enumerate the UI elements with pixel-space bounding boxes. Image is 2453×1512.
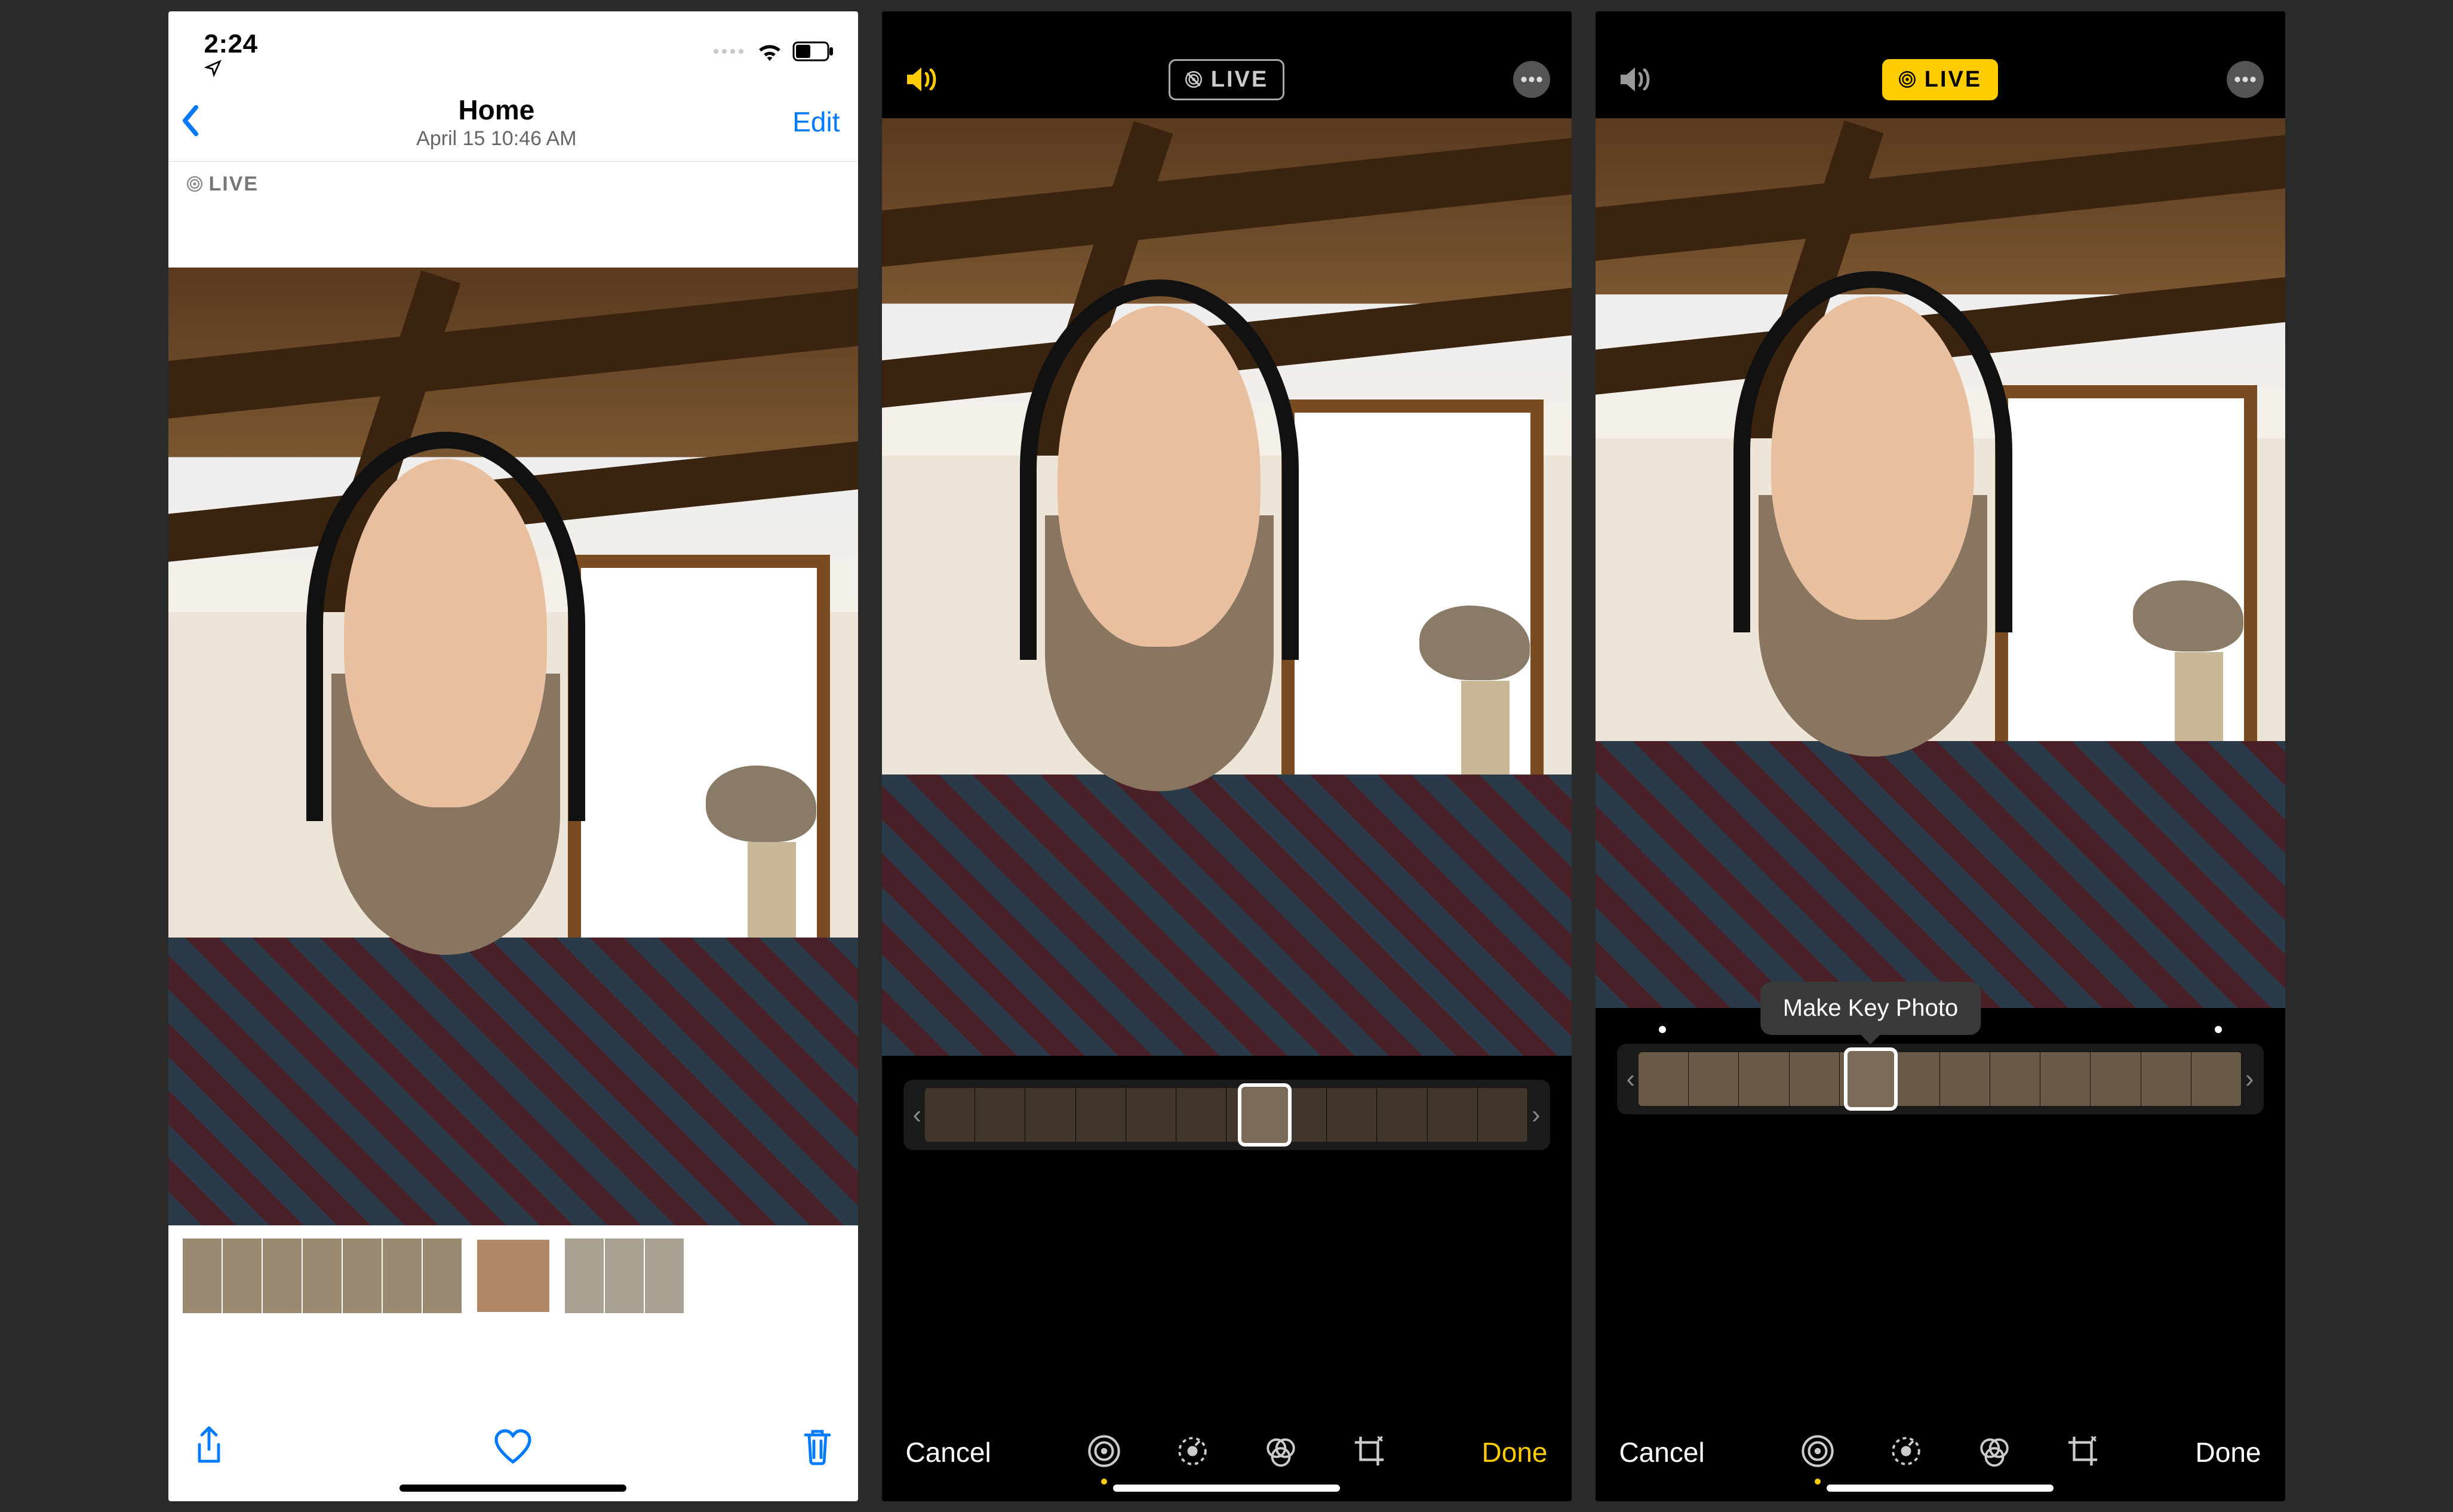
crop-tool-button[interactable] xyxy=(1352,1434,1387,1471)
live-tool-button[interactable] xyxy=(1087,1434,1121,1471)
live-frame-scrubber[interactable]: ‹ › Make Key Photo xyxy=(1617,1044,2264,1114)
thumbnail[interactable] xyxy=(605,1239,644,1313)
home-indicator[interactable] xyxy=(1113,1485,1340,1492)
edit-live-on-screen: LIVE ‹ xyxy=(1596,11,2285,1501)
photo-thumbnail-strip[interactable] xyxy=(168,1225,858,1326)
photo-viewer-screen: 2:24 Home xyxy=(168,11,858,1501)
trim-handle-right[interactable]: › xyxy=(2242,1064,2258,1094)
cancel-button[interactable]: Cancel xyxy=(906,1436,991,1468)
sound-button[interactable] xyxy=(1617,61,1654,98)
live-toggle-off[interactable]: LIVE xyxy=(1169,59,1284,100)
filters-tool-button[interactable] xyxy=(1977,1434,2012,1471)
thumbnail[interactable] xyxy=(263,1239,302,1313)
edit-top-bar: LIVE xyxy=(882,11,1572,118)
share-button[interactable] xyxy=(192,1425,226,1471)
thumbnail[interactable] xyxy=(223,1239,262,1313)
more-button[interactable] xyxy=(1513,61,1550,98)
edit-toolbar: Cancel Done xyxy=(882,1434,1572,1471)
done-button[interactable]: Done xyxy=(2196,1436,2261,1468)
adjust-tool-button[interactable] xyxy=(1889,1434,1923,1471)
thumbnail[interactable] xyxy=(645,1239,684,1313)
cancel-button[interactable]: Cancel xyxy=(1619,1436,1705,1468)
bottom-toolbar xyxy=(168,1425,858,1471)
thumbnail-current[interactable] xyxy=(476,1239,551,1313)
back-button[interactable] xyxy=(180,104,201,140)
home-indicator[interactable] xyxy=(399,1485,626,1492)
delete-button[interactable] xyxy=(801,1427,834,1470)
cellular-dots-icon xyxy=(711,45,747,60)
live-badge: LIVE xyxy=(186,173,259,196)
make-key-photo-tooltip[interactable]: Make Key Photo xyxy=(1760,982,1981,1035)
thumbnail[interactable] xyxy=(383,1239,422,1313)
key-frame-handle[interactable] xyxy=(1238,1083,1292,1147)
key-frame-handle[interactable]: Make Key Photo xyxy=(1844,1047,1898,1111)
trim-marker xyxy=(1659,1026,1666,1033)
photo-viewport[interactable] xyxy=(168,268,858,1225)
edit-photo-viewport[interactable] xyxy=(882,118,1572,1056)
trim-handle-right[interactable]: › xyxy=(1528,1100,1544,1130)
live-toggle-on[interactable]: LIVE xyxy=(1882,59,1998,100)
status-bar: 2:24 xyxy=(168,11,858,83)
filters-tool-button[interactable] xyxy=(1264,1434,1298,1471)
trim-marker xyxy=(2215,1026,2222,1033)
adjust-tool-button[interactable] xyxy=(1175,1434,1210,1471)
edit-top-bar: LIVE xyxy=(1596,11,2285,118)
edit-button[interactable]: Edit xyxy=(792,106,840,138)
trim-handle-left[interactable]: ‹ xyxy=(1623,1064,1639,1094)
edit-toolbar: Cancel Done xyxy=(1596,1434,2285,1471)
done-button[interactable]: Done xyxy=(1482,1436,1548,1468)
thumbnail[interactable] xyxy=(423,1239,462,1313)
crop-tool-button[interactable] xyxy=(2065,1434,2100,1471)
live-tool-button[interactable] xyxy=(1800,1434,1835,1471)
nav-subtitle: April 15 10:46 AM xyxy=(201,127,793,150)
thumbnail[interactable] xyxy=(565,1239,604,1313)
live-icon xyxy=(186,176,203,192)
live-frame-scrubber[interactable]: ‹ › xyxy=(903,1080,1550,1150)
status-time: 2:24 xyxy=(204,29,263,77)
trim-handle-left[interactable]: ‹ xyxy=(909,1100,926,1130)
location-icon xyxy=(204,59,263,77)
home-indicator[interactable] xyxy=(1827,1485,2054,1492)
more-button[interactable] xyxy=(2227,61,2264,98)
live-off-icon xyxy=(1185,70,1203,88)
edit-photo-viewport[interactable] xyxy=(1596,118,2285,1008)
wifi-icon xyxy=(757,42,783,64)
sound-on-button[interactable] xyxy=(903,61,940,98)
thumbnail[interactable] xyxy=(303,1239,342,1313)
edit-live-off-screen: LIVE ‹ › xyxy=(882,11,1572,1501)
battery-icon xyxy=(792,41,834,64)
favorite-button[interactable] xyxy=(493,1428,533,1468)
live-icon xyxy=(1898,70,1916,88)
nav-bar: Home April 15 10:46 AM Edit xyxy=(168,83,858,162)
thumbnail[interactable] xyxy=(183,1239,222,1313)
thumbnail[interactable] xyxy=(343,1239,382,1313)
nav-title: Home xyxy=(201,94,793,126)
